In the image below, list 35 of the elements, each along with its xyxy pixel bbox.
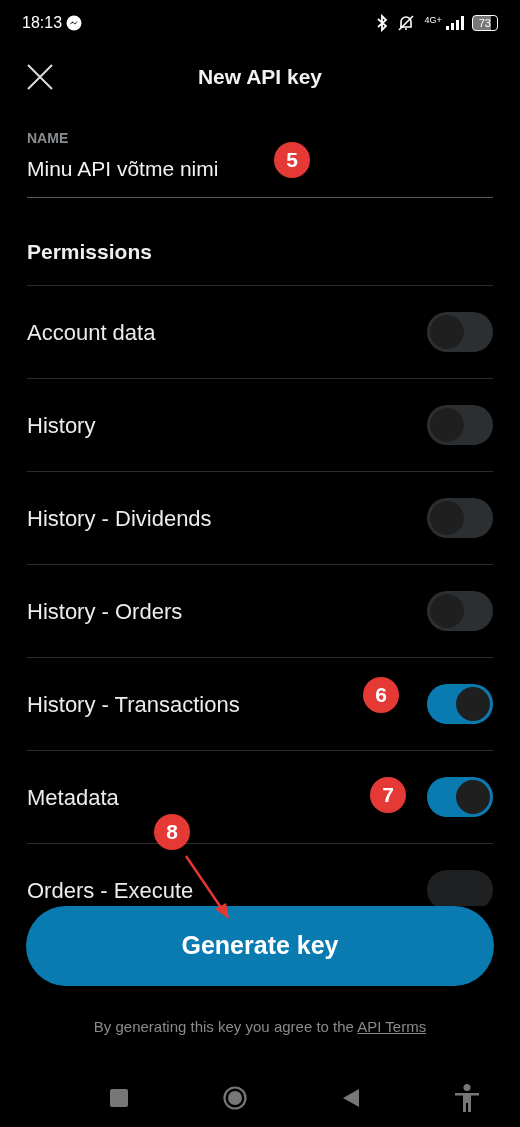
- permission-label: History: [27, 411, 96, 440]
- home-button[interactable]: [223, 1085, 248, 1110]
- toggle-switch[interactable]: [427, 870, 493, 906]
- permission-label: History - Dividends: [27, 504, 212, 533]
- generate-key-button[interactable]: Generate key: [26, 906, 494, 986]
- permission-label: Metadata: [27, 783, 119, 812]
- toggle-switch[interactable]: [427, 684, 493, 724]
- toggle-switch[interactable]: [427, 777, 493, 817]
- permission-label: Orders - Execute: [27, 876, 194, 905]
- permission-label: History - Orders: [27, 597, 183, 626]
- bluetooth-icon: [376, 14, 389, 32]
- accessibility-icon[interactable]: [454, 1083, 480, 1112]
- recents-button[interactable]: [110, 1088, 128, 1107]
- status-time: 18:13: [22, 13, 63, 33]
- section-title: Permissions: [27, 197, 493, 286]
- signal-icon: [445, 16, 464, 30]
- muted-bell-icon: [396, 14, 417, 32]
- messenger-icon: [66, 15, 83, 31]
- toggle-switch[interactable]: [427, 405, 493, 445]
- annotation-marker: 5: [274, 142, 310, 178]
- field-label: NAME: [27, 129, 70, 148]
- back-button[interactable]: [342, 1088, 359, 1107]
- annotation-marker: 6: [363, 677, 399, 713]
- permission-label: History - Transactions: [27, 690, 240, 719]
- toggle-switch[interactable]: [427, 312, 493, 352]
- annotation-marker: 8: [154, 814, 190, 850]
- terms-text: By generating this key you agree to the API Terms: [92, 1017, 428, 1037]
- battery-level: 73: [471, 15, 498, 31]
- terms-link[interactable]: API Terms: [357, 1018, 427, 1035]
- toggle-switch[interactable]: [427, 591, 493, 631]
- network-label: 4G+: [424, 16, 442, 25]
- screen-title: New API key: [197, 64, 323, 91]
- toggle-switch[interactable]: [427, 498, 493, 538]
- annotation-marker: 7: [370, 777, 406, 813]
- permission-label: Account data: [27, 318, 156, 347]
